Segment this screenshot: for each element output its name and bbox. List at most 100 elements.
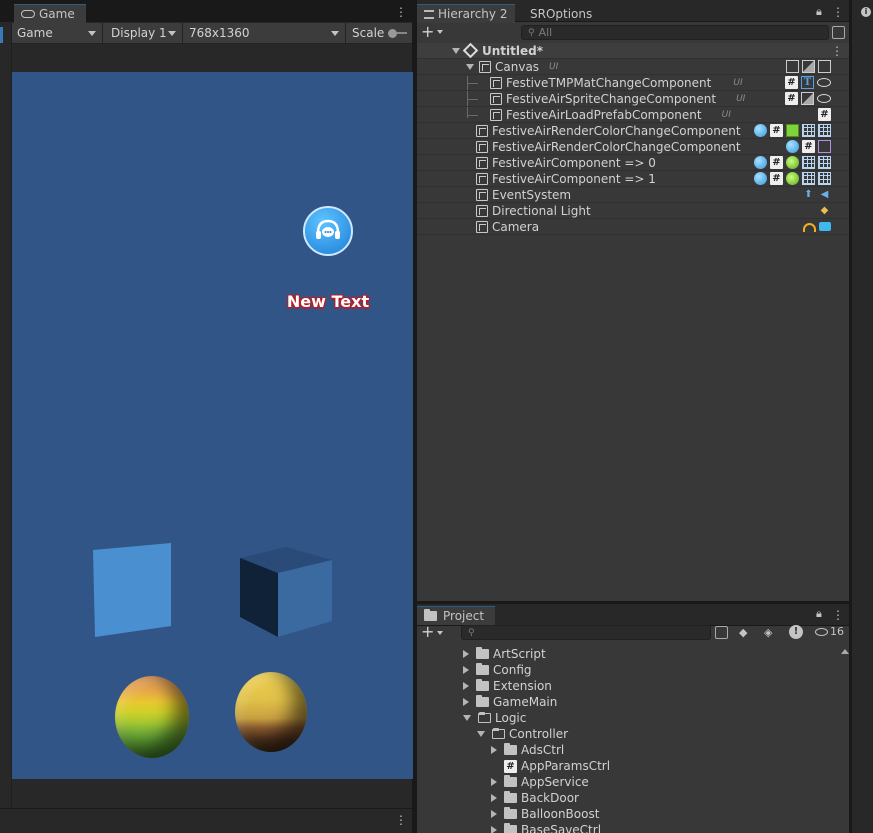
chevron-down-icon[interactable] <box>437 631 443 635</box>
project-item-label: BackDoor <box>521 791 579 805</box>
hierarchy-item-canvas[interactable]: Canvas UI <box>417 59 849 75</box>
component-icons <box>786 60 831 73</box>
ui-tag: UI <box>733 77 743 88</box>
tab-game[interactable]: Game <box>14 4 86 23</box>
scale-slider-track <box>397 32 408 34</box>
tab-sroptions[interactable]: SROptions <box>523 4 599 23</box>
chevron-right-icon[interactable] <box>491 826 497 833</box>
input-icon: ◀ <box>820 189 829 200</box>
search-filter-icon[interactable] <box>715 626 728 639</box>
info-icon[interactable]: i <box>861 7 871 17</box>
audio-listener-icon <box>803 223 816 232</box>
gameobject-icon <box>476 220 488 233</box>
project-item-label: Logic <box>495 711 527 725</box>
chevron-down-icon[interactable] <box>437 30 443 34</box>
hierarchy-item-air-1[interactable]: FestiveAirComponent => 1 # <box>417 171 849 187</box>
chevron-right-icon[interactable] <box>463 650 469 658</box>
scale-slider-knob[interactable] <box>388 28 398 38</box>
script-icon: # <box>785 92 798 105</box>
scene-row[interactable]: Untitled* ⋮ <box>417 42 849 59</box>
chevron-right-icon[interactable] <box>463 682 469 690</box>
hierarchy-item-camera[interactable]: Camera <box>417 219 849 235</box>
chevron-down-icon[interactable] <box>477 731 485 737</box>
hidden-packages-toggle[interactable]: 16 <box>815 625 844 638</box>
chevron-right-icon[interactable] <box>491 746 497 754</box>
chevron-down-icon[interactable] <box>452 47 460 54</box>
filter-by-type-icon[interactable]: ◆ <box>739 626 753 639</box>
box-collider-icon <box>786 124 799 137</box>
search-filter-icon[interactable] <box>832 26 845 39</box>
hierarchy-item-render-color-1[interactable]: FestiveAirRenderColorChangeComponent # <box>417 123 849 139</box>
component-icons: # T <box>785 76 831 89</box>
project-tabstrip: Project 🔒︎ ⋮ <box>417 604 849 626</box>
project-item-label: ArtScript <box>493 647 546 661</box>
lock-icon[interactable]: 🔒︎ <box>816 607 822 621</box>
project-search-input[interactable]: ⚲ <box>461 625 711 640</box>
hierarchy-item-label: Directional Light <box>492 203 591 218</box>
hierarchy-item-tmp-mat[interactable]: FestiveTMPMatChangeComponent UI # T <box>417 75 849 91</box>
game-mode-dropdown[interactable]: Game <box>12 22 103 44</box>
project-item[interactable]: Extension <box>463 678 552 694</box>
gameobject-icon <box>476 204 488 217</box>
project-item[interactable]: Config <box>463 662 532 678</box>
lock-icon[interactable]: 🔒︎ <box>816 5 822 19</box>
project-item[interactable]: Logic <box>463 710 526 726</box>
tab-game-label: Game <box>39 7 75 21</box>
eye-icon[interactable] <box>817 78 831 87</box>
filter-by-label-icon[interactable]: ◈ <box>764 626 778 639</box>
hierarchy-item-directional-light[interactable]: Directional Light ◆ <box>417 203 849 219</box>
grid-icon <box>802 172 815 185</box>
project-item[interactable]: BaseSaveCtrl <box>491 822 601 833</box>
support-button[interactable] <box>303 206 353 256</box>
hierarchy-item-eventsystem[interactable]: EventSystem ⬆ ◀ <box>417 187 849 203</box>
hierarchy-panel: Hierarchy 2 SROptions 🔒︎ ⋮ + ⚲ All Untit… <box>416 0 850 601</box>
tab-hierarchy[interactable]: Hierarchy 2 <box>417 4 515 23</box>
material-icon <box>754 124 767 137</box>
gameobject-icon <box>490 76 502 89</box>
game-menu-icon[interactable]: ⋮ <box>395 5 407 19</box>
hierarchy-item-render-color-2[interactable]: FestiveAirRenderColorChangeComponent # <box>417 139 849 155</box>
scale-label: Scale <box>352 26 385 40</box>
project-item[interactable]: ArtScript <box>463 646 546 662</box>
hierarchy-item-label: FestiveTMPMatChangeComponent <box>506 75 712 90</box>
chevron-right-icon[interactable] <box>491 810 497 818</box>
scale-slider[interactable]: Scale <box>346 26 408 40</box>
eye-slash-icon <box>815 627 828 636</box>
unity-scene-icon <box>462 42 479 59</box>
panel-menu-icon[interactable]: ⋮ <box>395 813 407 827</box>
game-toolbar: Game Display 1 768x1360 Scale <box>12 22 412 44</box>
chevron-down-icon[interactable] <box>463 715 471 721</box>
display-dropdown[interactable]: Display 1 <box>103 22 183 44</box>
add-icon[interactable]: + <box>421 24 434 40</box>
chevron-down-icon[interactable] <box>466 63 474 70</box>
hierarchy-menu-icon[interactable]: ⋮ <box>832 5 844 19</box>
project-item-label: BaseSaveCtrl <box>521 823 602 833</box>
hierarchy-item-load-prefab[interactable]: FestiveAirLoadPrefabComponent UI # <box>417 107 849 123</box>
scroll-up-icon[interactable] <box>841 649 849 654</box>
project-menu-icon[interactable]: ⋮ <box>832 608 844 622</box>
add-icon[interactable]: + <box>421 624 434 640</box>
project-item[interactable]: Controller <box>477 726 568 742</box>
hierarchy-item-air-0[interactable]: FestiveAirComponent => 0 # <box>417 155 849 171</box>
warning-icon[interactable]: ! <box>789 625 803 639</box>
project-item[interactable]: BackDoor <box>491 790 579 806</box>
eye-icon[interactable] <box>817 94 831 103</box>
chevron-right-icon[interactable] <box>463 698 469 706</box>
hierarchy-tabstrip: Hierarchy 2 SROptions 🔒︎ ⋮ <box>417 0 849 23</box>
grid-icon <box>818 156 831 169</box>
scene-menu-icon[interactable]: ⋮ <box>831 44 843 58</box>
project-item[interactable]: # AppParamsCtrl <box>491 758 610 774</box>
project-item[interactable]: GameMain <box>463 694 557 710</box>
project-item[interactable]: AppService <box>491 774 589 790</box>
project-item[interactable]: AdsCtrl <box>491 742 564 758</box>
hierarchy-item-sprite-change[interactable]: FestiveAirSpriteChangeComponent UI # <box>417 91 849 107</box>
project-item[interactable]: BalloonBoost <box>491 806 599 822</box>
chevron-right-icon[interactable] <box>463 666 469 674</box>
chevron-right-icon[interactable] <box>491 778 497 786</box>
hierarchy-search-input[interactable]: ⚲ All <box>521 25 829 40</box>
folder-icon <box>492 728 505 739</box>
game-viewport[interactable]: New Text <box>12 72 413 779</box>
chevron-right-icon[interactable] <box>491 794 497 802</box>
resolution-dropdown[interactable]: 768x1360 <box>183 22 346 44</box>
script-icon: # <box>802 140 815 153</box>
